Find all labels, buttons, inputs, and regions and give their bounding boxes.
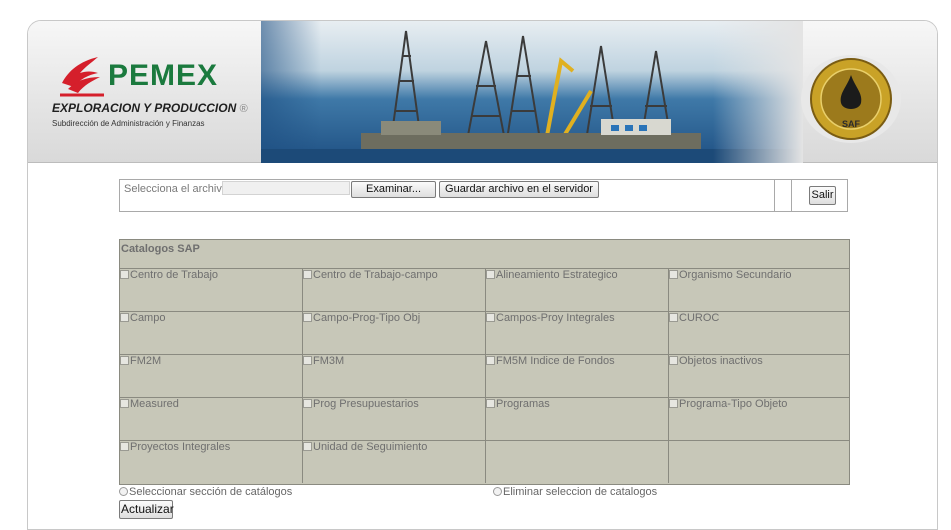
catalog-cell: Centro de Trabajo-campo (303, 268, 486, 311)
upload-to-server-button[interactable]: Guardar archivo en el servidor (439, 181, 599, 198)
empty-cell (486, 440, 669, 483)
division-name: EXPLORACION Y PRODUCCION ® (52, 101, 248, 115)
browse-button[interactable]: Examinar... (351, 181, 436, 198)
catalog-cell: FM2M (120, 354, 303, 397)
catalog-cell: FM5M Indice de Fondos (486, 354, 669, 397)
catalog-label: Prog Presupuestarios (313, 398, 419, 410)
pemex-logo: PEMEX EXPLORACION Y PRODUCCION ® Subdire… (50, 51, 270, 141)
empty-cell (669, 440, 849, 483)
select-catalogs-label: Seleccionar sección de catálogos (129, 486, 293, 498)
catalog-label: Centro de Trabajo-campo (313, 269, 438, 281)
catalog-checkbox[interactable] (486, 399, 495, 408)
brand-name: PEMEX (108, 59, 219, 92)
catalog-label: Programas (496, 398, 550, 410)
clear-catalogs-label: Eliminar seleccion de catalogos (503, 486, 658, 498)
seal-text: SAF (842, 119, 861, 129)
division-text: EXPLORACION Y PRODUCCION (52, 101, 237, 115)
app-frame: PEMEX EXPLORACION Y PRODUCCION ® Subdire… (27, 20, 938, 530)
catalog-checkbox[interactable] (120, 313, 129, 322)
select-catalogs-option[interactable]: Seleccionar sección de catálogos (119, 486, 292, 498)
catalog-checkbox[interactable] (120, 270, 129, 279)
catalog-label: Organismo Secundario (679, 269, 792, 281)
catalog-checkbox[interactable] (303, 313, 312, 322)
catalog-label: Objetos inactivos (679, 355, 763, 367)
clear-catalogs-radio[interactable] (493, 487, 502, 496)
divider (791, 180, 792, 211)
catalog-cell: Alineamiento Estrategico (486, 268, 669, 311)
catalog-label: Programa-Tipo Objeto (679, 398, 788, 410)
catalog-cell: Centro de Trabajo (120, 268, 303, 311)
subdivision-name: Subdirección de Administración y Finanza… (52, 119, 205, 128)
catalog-label: Proyectos Integrales (130, 441, 231, 453)
exit-button[interactable]: Salir (809, 186, 836, 205)
catalog-cell: Proyectos Integrales (120, 440, 303, 483)
eagle-icon (60, 57, 104, 97)
file-label: Selecciona el archivo: (124, 183, 232, 195)
catalog-cell: Unidad de Seguimiento (303, 440, 486, 483)
catalog-label: Centro de Trabajo (130, 269, 219, 281)
catalog-label: CUROC (679, 312, 720, 324)
catalog-cell: Measured (120, 397, 303, 440)
catalog-label: Campo-Prog-Tipo Obj (313, 312, 421, 324)
catalog-checkbox[interactable] (669, 270, 678, 279)
registered-mark: ® (239, 103, 248, 115)
catalog-checkbox[interactable] (120, 442, 129, 451)
catalog-checkbox[interactable] (669, 356, 678, 365)
select-catalogs-radio[interactable] (119, 487, 128, 496)
catalog-label: FM3M (313, 355, 345, 367)
catalog-cell: Campos-Proy Integrales (486, 311, 669, 354)
catalog-label: FM2M (130, 355, 162, 367)
catalog-label: Measured (130, 398, 179, 410)
catalog-cell: Prog Presupuestarios (303, 397, 486, 440)
file-upload-bar: Selecciona el archivo: Examinar... Guard… (119, 179, 848, 212)
catalog-checkbox[interactable] (303, 356, 312, 365)
oil-rig-banner (261, 21, 803, 163)
catalog-checkbox[interactable] (120, 356, 129, 365)
file-path-input[interactable] (222, 181, 350, 195)
saf-seal-icon: SAF (801, 55, 901, 143)
catalog-cell: Programa-Tipo Objeto (669, 397, 849, 440)
catalog-cell: CUROC (669, 311, 849, 354)
catalog-table: Catalogos SAP Centro de Trabajo Centro de… (119, 239, 850, 485)
catalog-label: Unidad de Seguimiento (313, 441, 428, 453)
catalog-checkbox[interactable] (120, 399, 129, 408)
catalog-checkbox[interactable] (486, 313, 495, 322)
catalog-checkbox[interactable] (303, 270, 312, 279)
catalog-label: Campo (130, 312, 166, 324)
catalog-cell: Objetos inactivos (669, 354, 849, 397)
catalog-checkbox[interactable] (669, 399, 678, 408)
catalog-label: FM5M Indice de Fondos (496, 355, 615, 367)
catalog-cell: Campo-Prog-Tipo Obj (303, 311, 486, 354)
catalog-label: Campos-Proy Integrales (496, 312, 615, 324)
catalog-cell: Programas (486, 397, 669, 440)
catalog-label: Alineamiento Estrategico (496, 269, 618, 281)
header: PEMEX EXPLORACION Y PRODUCCION ® Subdire… (28, 21, 937, 163)
catalog-table-title: Catalogos SAP (121, 243, 200, 255)
catalog-cell: FM3M (303, 354, 486, 397)
catalog-cell: Campo (120, 311, 303, 354)
clear-catalogs-option[interactable]: Eliminar seleccion de catalogos (493, 486, 657, 498)
catalog-cell: Organismo Secundario (669, 268, 849, 311)
catalog-checkbox[interactable] (486, 270, 495, 279)
catalog-checkbox[interactable] (303, 442, 312, 451)
update-button[interactable]: Actualizar (119, 500, 174, 519)
catalog-checkbox[interactable] (669, 313, 678, 322)
catalog-checkbox[interactable] (303, 399, 312, 408)
divider (774, 180, 775, 211)
catalog-checkbox[interactable] (486, 356, 495, 365)
